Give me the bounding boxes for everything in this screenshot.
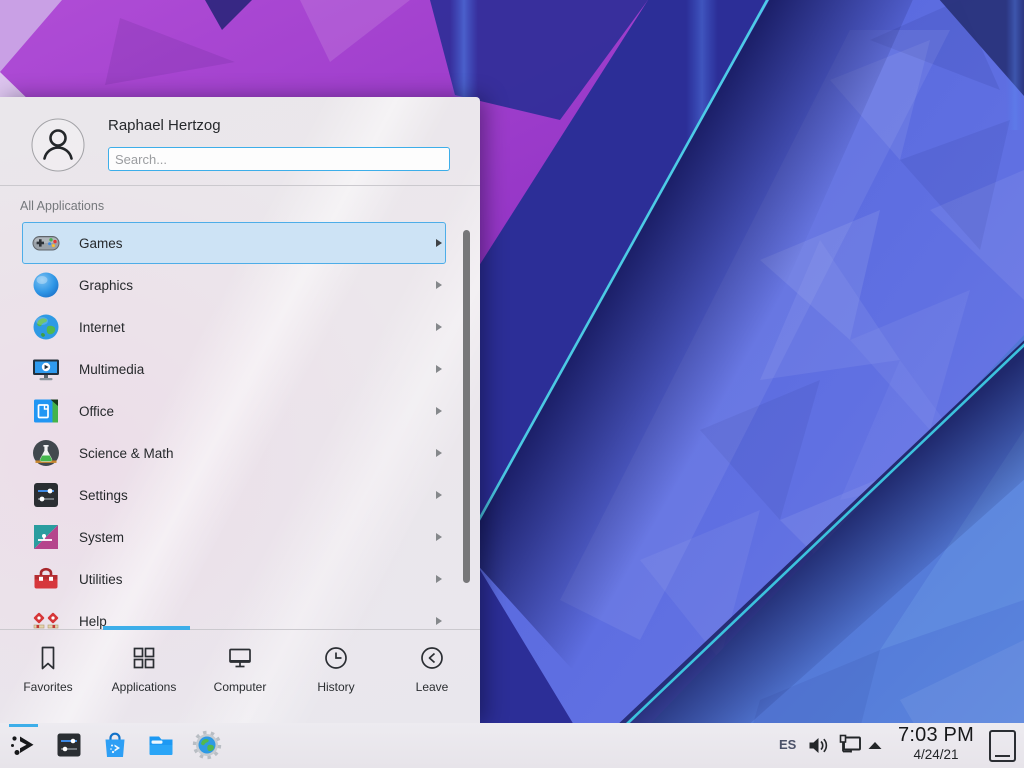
menu-item-label: Science & Math <box>79 446 436 461</box>
application-launcher-menu: Raphael Hertzog All Applications Games <box>0 97 480 723</box>
clock-date: 4/24/21 <box>888 748 984 762</box>
menu-item-graphics[interactable]: Graphics <box>22 264 446 306</box>
taskbar-panel: ES 7:03 PM 4/24/21 <box>0 723 1024 768</box>
tab-favorites[interactable]: Favorites <box>0 630 96 723</box>
menu-item-office[interactable]: Office <box>22 390 446 432</box>
tab-label: History <box>317 680 354 694</box>
show-desktop-button[interactable] <box>989 730 1016 762</box>
system-sliders-icon <box>30 521 62 553</box>
clock-icon <box>322 644 350 672</box>
digital-clock[interactable]: 7:03 PM 4/24/21 <box>888 725 984 762</box>
tab-computer[interactable]: Computer <box>192 630 288 723</box>
submenu-arrow-icon <box>436 407 442 415</box>
menu-item-label: Games <box>79 236 436 251</box>
user-avatar-icon <box>31 118 85 172</box>
menu-item-label: Graphics <box>79 278 436 293</box>
science-flask-icon <box>30 437 62 469</box>
settings-sliders-icon <box>30 479 62 511</box>
menu-item-label: System <box>79 530 436 545</box>
tab-leave[interactable]: Leave <box>384 630 480 723</box>
menu-item-help[interactable]: Help <box>22 600 446 629</box>
launcher-tabbar: Favorites Applications Compu <box>0 630 480 723</box>
section-label: All Applications <box>20 199 104 213</box>
submenu-arrow-icon <box>436 365 442 373</box>
keyboard-layout-indicator[interactable]: ES <box>779 737 796 752</box>
expand-tray-icon[interactable] <box>867 741 883 750</box>
menu-item-label: Settings <box>79 488 436 503</box>
tab-applications[interactable]: Applications <box>96 630 192 723</box>
help-lifebuoy-icon <box>30 605 62 629</box>
grid-icon <box>130 644 158 672</box>
submenu-arrow-icon <box>436 323 442 331</box>
menu-item-system[interactable]: System <box>22 516 446 558</box>
web-globe-gear-icon[interactable] <box>192 730 222 760</box>
utilities-toolbox-icon <box>30 563 62 595</box>
list-scrollbar[interactable] <box>463 230 470 583</box>
menu-item-label: Multimedia <box>79 362 436 377</box>
menu-item-label: Internet <box>79 320 436 335</box>
search-input[interactable] <box>108 147 450 171</box>
launcher-header: Raphael Hertzog <box>0 97 480 185</box>
office-document-icon <box>30 395 62 427</box>
submenu-arrow-icon <box>436 239 442 247</box>
tab-label: Applications <box>112 680 177 694</box>
menu-item-multimedia[interactable]: Multimedia <box>22 348 446 390</box>
tab-history[interactable]: History <box>288 630 384 723</box>
submenu-arrow-icon <box>436 491 442 499</box>
bookmark-icon <box>34 644 62 672</box>
submenu-arrow-icon <box>436 281 442 289</box>
clock-time: 7:03 PM <box>888 725 984 745</box>
graphics-sphere-icon <box>30 269 62 301</box>
tab-label: Favorites <box>23 680 72 694</box>
active-launcher-indicator <box>9 724 38 727</box>
volume-icon[interactable] <box>808 736 830 755</box>
internet-globe-icon <box>30 311 62 343</box>
application-category-list: Games Graphics <box>0 222 480 629</box>
menu-item-label: Office <box>79 404 436 419</box>
show-desktop-glyph <box>995 755 1010 757</box>
header-divider <box>0 185 480 186</box>
kali-menu-icon[interactable] <box>8 730 38 760</box>
menu-item-science-math[interactable]: Science & Math <box>22 432 446 474</box>
menu-item-games[interactable]: Games <box>22 222 446 264</box>
menu-item-label: Utilities <box>79 572 436 587</box>
submenu-arrow-icon <box>436 533 442 541</box>
leave-icon <box>418 644 446 672</box>
tab-label: Leave <box>416 680 449 694</box>
submenu-arrow-icon <box>436 449 442 457</box>
user-name: Raphael Hertzog <box>108 117 221 134</box>
tab-label: Computer <box>214 680 267 694</box>
menu-item-settings[interactable]: Settings <box>22 474 446 516</box>
menu-item-internet[interactable]: Internet <box>22 306 446 348</box>
discover-store-icon[interactable] <box>100 730 130 760</box>
multimedia-monitor-icon <box>30 353 62 385</box>
system-settings-icon[interactable] <box>54 730 84 760</box>
desktop: Raphael Hertzog All Applications Games <box>0 0 1024 768</box>
submenu-arrow-icon <box>436 617 442 625</box>
file-manager-icon[interactable] <box>146 730 176 760</box>
network-icon[interactable] <box>838 734 864 757</box>
gamepad-icon <box>30 227 62 259</box>
submenu-arrow-icon <box>436 575 442 583</box>
menu-item-utilities[interactable]: Utilities <box>22 558 446 600</box>
monitor-icon <box>226 644 254 672</box>
